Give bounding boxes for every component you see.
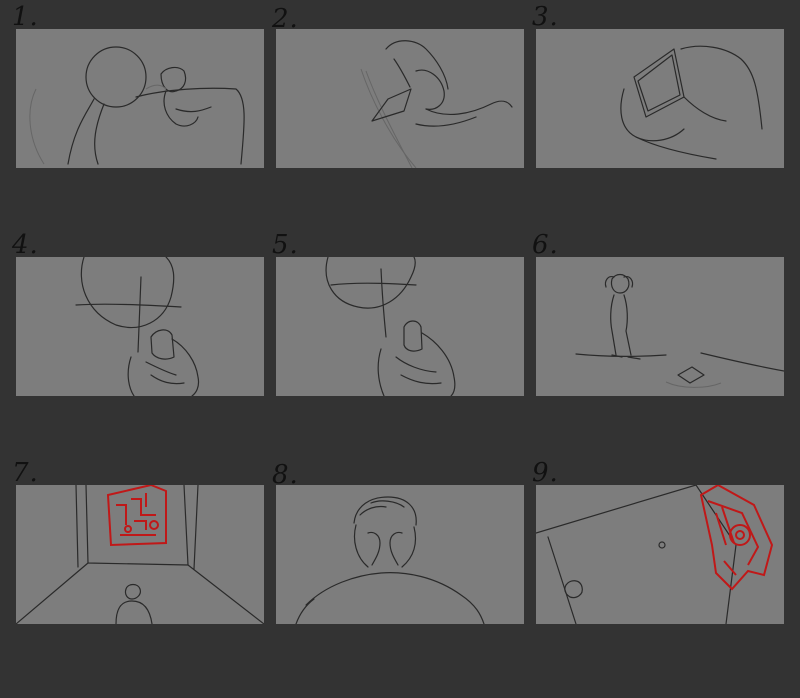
sketch-crosshair-and-hand-closeup <box>325 257 456 396</box>
red-circuit-symbol <box>106 485 167 547</box>
sketch-hand-holding-card <box>360 40 513 168</box>
panel-number-9: 9. <box>532 458 559 488</box>
sketch-corridor-with-circuit-symbol <box>16 485 264 624</box>
panel-number-1: 1. <box>12 2 39 32</box>
storyboard-panel-6[interactable] <box>536 257 784 396</box>
red-circuit-symbol <box>699 485 774 591</box>
sketch-head-and-hand <box>29 46 245 165</box>
storyboard-panel-2[interactable] <box>276 29 524 168</box>
storyboard-panel-1[interactable] <box>16 29 264 168</box>
sketch-crosshair-and-hand <box>75 257 200 396</box>
sketch-hand-with-device <box>620 45 763 160</box>
sketch-figure-holding-head <box>295 496 485 624</box>
storyboard-panel-9[interactable] <box>536 485 784 624</box>
storyboard-panel-8[interactable] <box>276 485 524 624</box>
storyboard-panel-4[interactable] <box>16 257 264 396</box>
panel-number-6: 6. <box>532 230 559 260</box>
panel-number-4: 4. <box>12 230 39 260</box>
sketch-figure-standing <box>575 273 784 388</box>
storyboard-panel-5[interactable] <box>276 257 524 396</box>
sketch-room-corner-with-circuit-symbol <box>536 485 774 624</box>
storyboard-panel-7[interactable] <box>16 485 264 624</box>
panel-number-5: 5. <box>272 230 299 260</box>
storyboard-panel-3[interactable] <box>536 29 784 168</box>
panel-number-7: 7. <box>12 458 39 488</box>
panel-number-3: 3. <box>532 2 559 32</box>
